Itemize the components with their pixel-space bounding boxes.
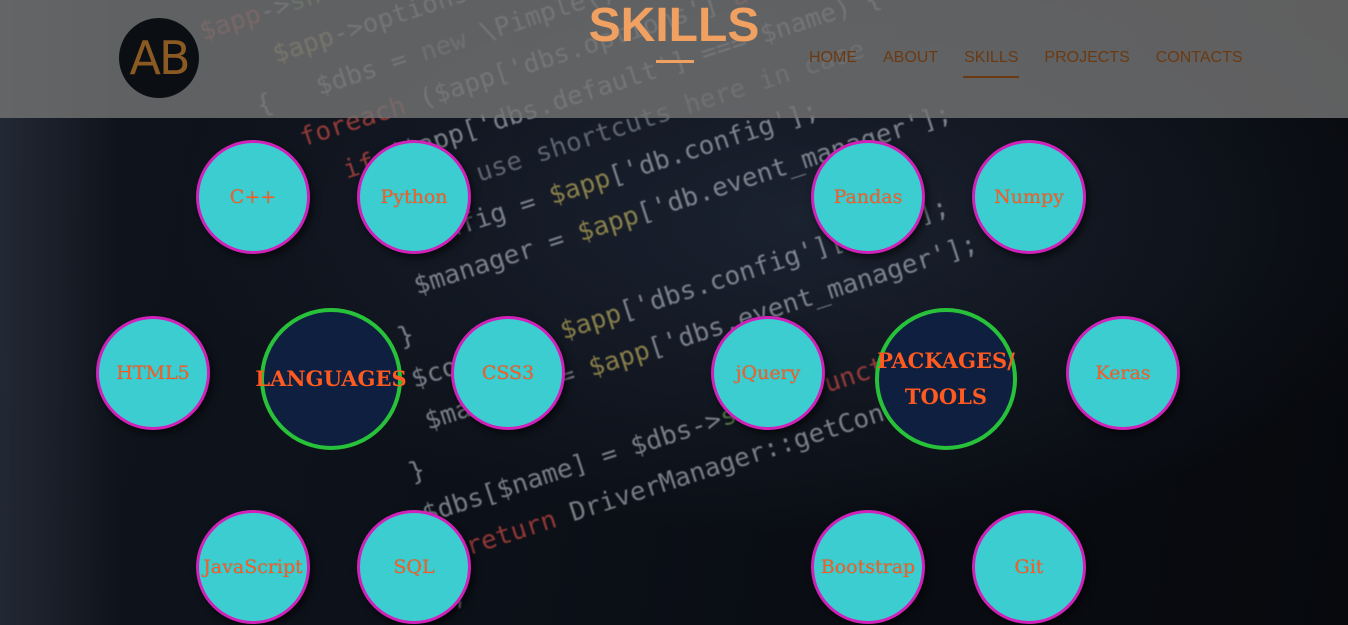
skill-label: Python [380,186,448,208]
skill-label: jQuery [735,362,801,384]
nav-home[interactable]: HOME [796,48,870,72]
skill-css3[interactable]: CSS3 [451,316,565,430]
site-header: AB SKILLS HOME ABOUT SKILLS PROJECTS CON… [0,0,1348,118]
skill-javascript[interactable]: JavaScript [196,510,310,624]
skill-numpy[interactable]: Numpy [972,140,1086,254]
skill-cpp[interactable]: C++ [196,140,310,254]
skill-python[interactable]: Python [357,140,471,254]
skill-label: Keras [1095,362,1151,384]
skill-label: CSS3 [481,362,535,384]
skill-label: JavaScript [203,556,303,578]
nav-contacts[interactable]: CONTACTS [1143,48,1256,72]
skill-keras[interactable]: Keras [1066,316,1180,430]
languages-hub: LANGUAGES [255,308,407,450]
nav-projects[interactable]: PROJECTS [1031,48,1142,72]
skill-label: Git [1014,556,1044,578]
skill-git[interactable]: Git [972,510,1086,624]
languages-hub-label: LANGUAGES [255,366,407,391]
skill-label: Bootstrap [820,556,916,578]
main-nav: HOME ABOUT SKILLS PROJECTS CONTACTS [796,48,1256,78]
packages-hub-label: PACKAGES/ TOOLS [877,348,1015,409]
nav-about[interactable]: ABOUT [870,48,951,72]
skill-pandas[interactable]: Pandas [811,140,925,254]
title-underline [656,60,694,63]
skill-html5[interactable]: HTML5 [96,316,210,430]
skill-label: HTML5 [116,362,190,384]
skill-label: Numpy [994,186,1064,208]
skill-bootstrap[interactable]: Bootstrap [811,510,925,624]
skill-jquery[interactable]: jQuery [711,316,825,430]
skill-label: SQL [393,556,435,578]
packages-hub: PACKAGES/ TOOLS [875,308,1017,450]
skill-sql[interactable]: SQL [357,510,471,624]
skill-label: Pandas [833,186,903,208]
nav-skills[interactable]: SKILLS [951,48,1031,78]
skill-label: C++ [229,186,277,208]
page-title: SKILLS [588,0,760,52]
